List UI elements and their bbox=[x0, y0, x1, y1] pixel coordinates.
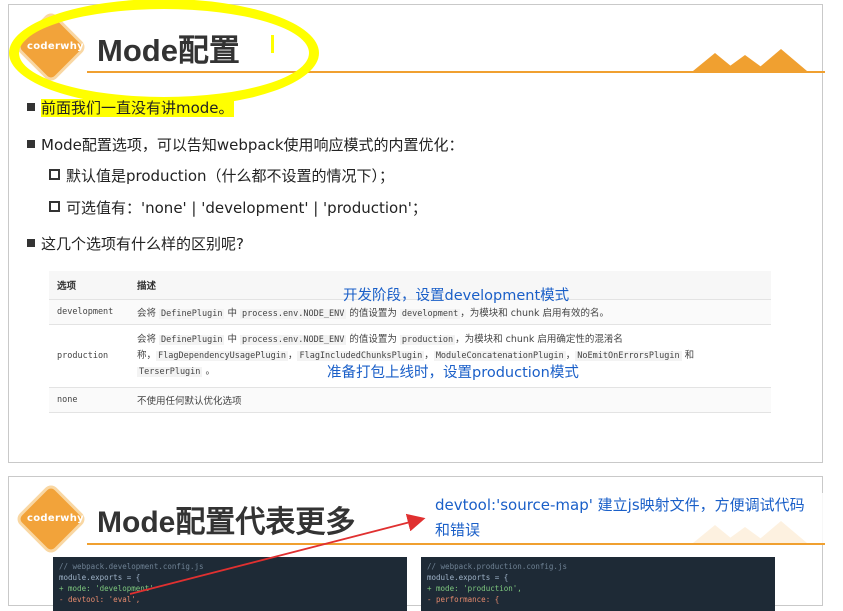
annotation-arrow bbox=[129, 513, 426, 595]
